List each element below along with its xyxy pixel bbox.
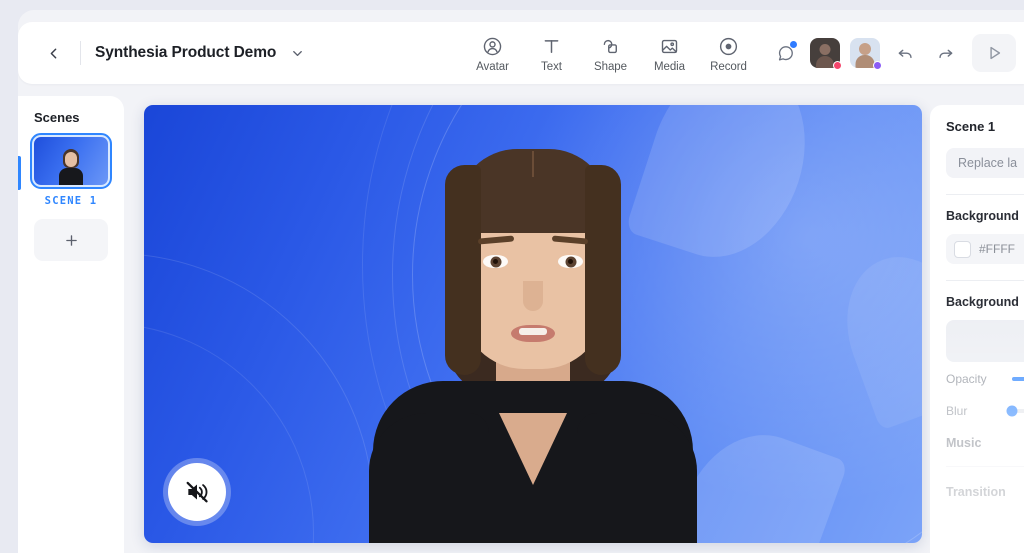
chevron-left-icon [50,48,56,58]
status-badge [873,61,882,70]
blur-slider[interactable] [1006,405,1024,417]
opacity-slider[interactable] [1012,377,1024,381]
redo-button[interactable] [930,38,960,68]
opacity-control[interactable]: Opacity [946,372,1024,386]
comments-button[interactable] [770,38,800,68]
tool-media-label: Media [653,61,686,73]
scene-canvas[interactable] [144,105,922,543]
undo-button[interactable] [890,38,920,68]
comment-unread-badge [790,41,797,48]
avatar-presenter[interactable] [363,113,703,543]
toolbar-divider [80,41,81,65]
insert-tools: Avatar Text Shape Media Record [463,31,758,75]
opacity-label: Opacity [946,372,987,386]
scene-label: SCENE 1 [44,195,98,207]
plus-icon [65,234,77,246]
canvas-stage [144,105,922,543]
collaborator-avatar-1[interactable] [810,38,842,70]
background-color-label: Background [946,209,1019,223]
properties-title: Scene 1 [946,119,996,134]
undo-icon [898,49,912,58]
avatar-icon [482,35,503,57]
background-color-picker[interactable]: #FFFF [946,234,1024,264]
add-scene-button[interactable] [34,219,108,261]
transition-section-label: Transition [946,485,1006,499]
background-image-preview[interactable] [946,320,1024,362]
mute-toggle-button[interactable] [168,463,226,521]
text-icon [541,35,562,57]
scenes-sidebar: Scenes SCENE 1 [18,96,124,553]
status-badge [833,61,842,70]
media-icon [659,35,680,57]
color-swatch [954,240,971,258]
redo-icon [938,49,952,58]
background-image-label: Background [946,295,1019,309]
properties-panel: Scene 1 Replace la Background #FFFF Back… [930,105,1024,553]
tool-shape[interactable]: Shape [581,31,640,75]
blur-control[interactable]: Blur [946,404,1024,418]
tool-avatar[interactable]: Avatar [463,31,522,75]
tool-media[interactable]: Media [640,31,699,75]
tool-text-label: Text [541,61,562,73]
panel-divider [946,280,1024,281]
page-title: Synthesia Product Demo [95,44,277,61]
play-icon [990,46,1001,60]
collaborator-avatar-2[interactable] [850,38,882,70]
toolbar-actions [770,22,1016,84]
music-section-label: Music [946,436,982,450]
scene-thumbnail[interactable] [30,133,112,189]
preview-play-button[interactable] [972,34,1016,72]
record-icon [718,35,739,57]
chevron-down-icon [293,50,303,56]
tool-record-label: Record [710,61,747,73]
blur-label: Blur [946,404,968,418]
tool-avatar-label: Avatar [476,61,509,73]
scene-thumbnail-figure [58,149,84,185]
sidebar-item-scene-1[interactable]: SCENE 1 [30,133,112,207]
tool-text[interactable]: Text [522,31,581,75]
replace-layout-button[interactable]: Replace la [946,148,1024,178]
background-hex-value: #FFFF [979,242,1015,256]
tool-record[interactable]: Record [699,31,758,75]
scene-selection-marker [18,156,21,190]
top-toolbar: Synthesia Product Demo Avatar Text Shape… [18,22,1024,84]
project-menu-button[interactable] [290,46,305,61]
back-button[interactable] [36,36,70,70]
app-window: Synthesia Product Demo Avatar Text Shape… [18,10,1024,553]
shape-icon [600,35,621,57]
tool-shape-label: Shape [593,61,627,73]
speaker-muted-icon [186,481,208,503]
panel-divider [946,194,1024,195]
scenes-title: Scenes [34,110,80,125]
panel-divider [946,466,1024,467]
